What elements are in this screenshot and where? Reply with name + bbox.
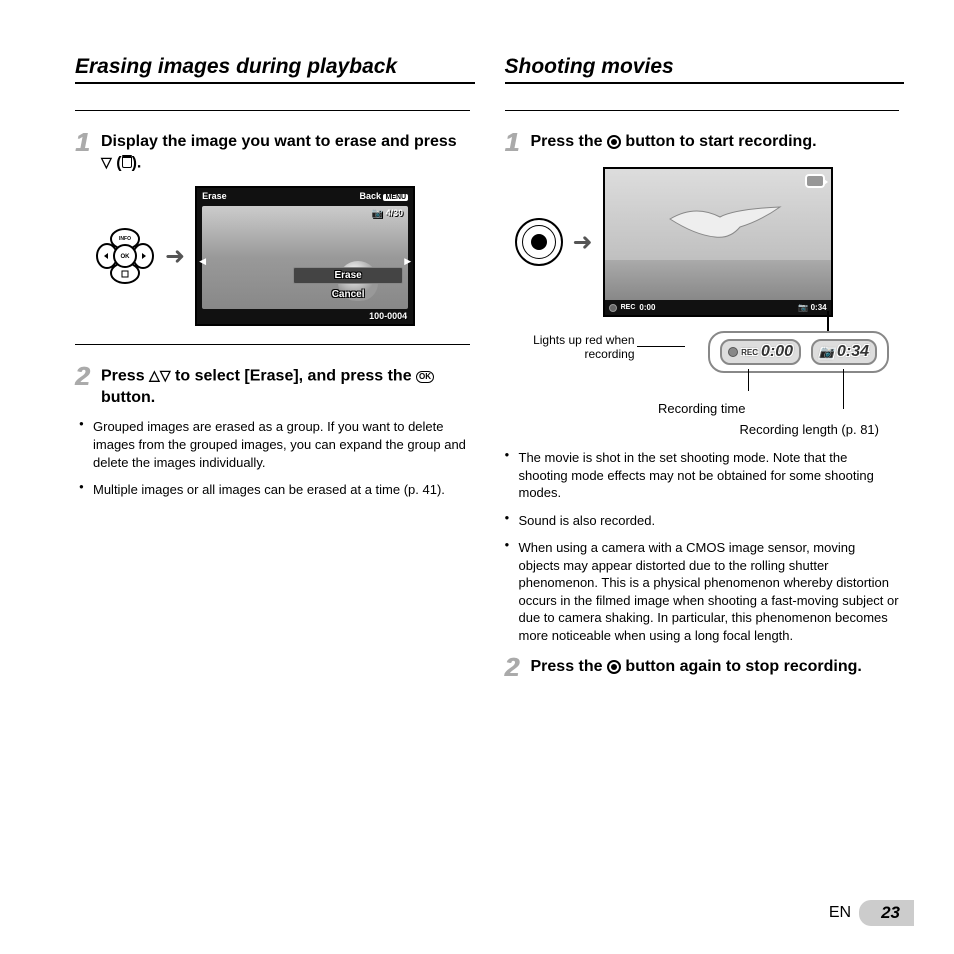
record-button-icon	[607, 660, 621, 674]
rec-dot-icon	[728, 347, 738, 357]
image-counter: 📷 4/30	[372, 208, 403, 219]
rec-indicator-icon	[609, 304, 617, 312]
dpad-info-label: INFO	[119, 236, 131, 242]
trash-icon	[122, 157, 132, 168]
dpad-ok-label: OK	[121, 254, 131, 260]
callout-lights: Lights up red when recording	[485, 333, 635, 362]
record-button-icon	[607, 135, 621, 149]
rec-bubble-time: 0:00	[761, 343, 793, 361]
col-movies: Shooting movies 1 Press the button to st…	[505, 55, 900, 690]
heading-erasing: Erasing images during playback	[75, 55, 470, 82]
camera-icon: 📷	[819, 345, 834, 359]
step-number: 2	[505, 654, 523, 680]
down-triangle-icon	[160, 366, 171, 387]
col-erasing: Erasing images during playback 1 Display…	[75, 55, 470, 690]
seagull-icon	[665, 199, 785, 249]
option-erase: Erase	[293, 267, 403, 284]
screen-title: Erase	[202, 191, 227, 201]
menu-badge: MENU	[383, 194, 408, 201]
ok-button-icon: OK	[416, 371, 434, 383]
note: Grouped images are erased as a group. If…	[79, 418, 470, 471]
nav-left-icon: ◀	[199, 256, 206, 267]
heading-erasing-text: Erasing images during playback	[75, 55, 397, 78]
left-notes: Grouped images are erased as a group. If…	[79, 418, 470, 498]
right-notes: The movie is shot in the set shooting mo…	[505, 449, 900, 644]
note: Multiple images or all images can be era…	[79, 481, 470, 499]
arrow-right-icon: ➜	[573, 228, 593, 257]
callout-recording-length: Recording length (p. 81)	[505, 422, 880, 437]
step-number: 2	[75, 363, 93, 408]
right-step-1: 1 Press the button to start recording.	[505, 129, 900, 155]
heading-movies: Shooting movies	[505, 55, 900, 82]
page-number: 23	[859, 900, 914, 926]
len-pill: 📷 0:34	[811, 339, 877, 365]
left-figure: INFO OK ➜ Erase Back MENU 📷 4/30 ◀ ▶ Era…	[95, 186, 470, 326]
language-label: EN	[829, 904, 851, 922]
rec-bubble: REC 0:00 📷 0:34	[708, 331, 889, 373]
step-number: 1	[75, 129, 93, 174]
page-footer: EN 23	[829, 900, 914, 926]
rec-time: 0:00	[639, 303, 655, 312]
note: Sound is also recorded.	[505, 512, 900, 530]
step-number: 1	[505, 129, 523, 155]
note: The movie is shot in the set shooting mo…	[505, 449, 900, 502]
file-number: 100-0004	[369, 311, 407, 321]
right-step-2: 2 Press the button again to stop recordi…	[505, 654, 900, 680]
rec-length-small: 📷 0:34	[798, 303, 826, 312]
step-text: Press the button to start recording.	[531, 132, 817, 155]
record-button-large-icon	[515, 218, 563, 266]
screen-back: Back	[359, 191, 381, 201]
left-step-1: 1 Display the image you want to erase an…	[75, 129, 470, 174]
dpad-icon: INFO OK	[95, 227, 155, 285]
arrow-right-icon: ➜	[165, 242, 185, 271]
erase-screen: Erase Back MENU 📷 4/30 ◀ ▶ Erase Cancel …	[195, 186, 415, 326]
note: When using a camera with a CMOS image se…	[505, 539, 900, 644]
down-triangle-icon	[101, 153, 112, 174]
option-cancel: Cancel	[293, 287, 403, 302]
right-figure: ➜ REC 0:00 📷 0:34	[515, 167, 900, 317]
rec-badge-text: REC	[741, 348, 758, 357]
movie-mode-icon	[805, 174, 825, 188]
rec-label: REC	[621, 304, 636, 311]
movie-screen: REC 0:00 📷 0:34	[603, 167, 833, 317]
rec-pill: REC 0:00	[720, 339, 801, 365]
step-text: Display the image you want to erase and …	[101, 132, 470, 174]
step-text: Press to select [Erase], and press the O…	[101, 366, 470, 408]
rec-bubble-length: 0:34	[837, 343, 869, 361]
rec-bubble-callouts: REC 0:00 📷 0:34 Lights up red when recor…	[505, 331, 900, 411]
heading-movies-text: Shooting movies	[505, 55, 674, 78]
step-text: Press the button again to stop recording…	[531, 657, 862, 680]
up-triangle-icon	[149, 366, 160, 387]
left-step-2: 2 Press to select [Erase], and press the…	[75, 363, 470, 408]
nav-right-icon: ▶	[404, 256, 411, 267]
